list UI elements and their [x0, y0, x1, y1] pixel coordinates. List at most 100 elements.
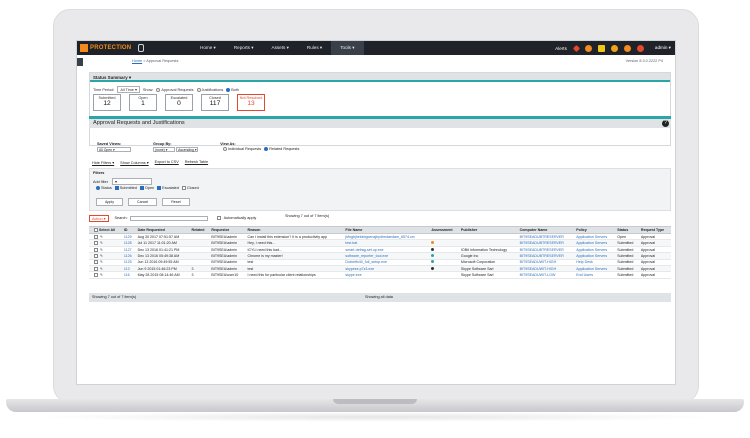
edit-icon[interactable]: ✎	[99, 241, 103, 245]
status-box-open[interactable]: Open 1	[129, 94, 157, 111]
show-columns-link[interactable]: Show Columns ▾	[120, 160, 149, 165]
edit-icon[interactable]: ✎	[99, 248, 103, 252]
cell-policy[interactable]: End Users	[574, 271, 616, 279]
assessment-teal-icon	[431, 253, 435, 257]
row-select-cell: ✎	[89, 271, 122, 279]
notice-alert-icon[interactable]	[597, 44, 605, 52]
critical-alert-icon[interactable]	[572, 44, 580, 52]
column-header-reason[interactable]: Reason	[245, 225, 344, 235]
gear-icon[interactable]	[623, 44, 631, 52]
group-order-select[interactable]: Ascending ▾	[176, 147, 199, 152]
row-checkbox[interactable]	[94, 266, 98, 271]
showing-count: Showing 7 out of 7 item(s)	[285, 214, 330, 218]
database-icon[interactable]	[138, 44, 144, 52]
search-label: Search:	[114, 216, 128, 220]
cell-computer-name[interactable]: BIT9SEADUWIT-LOW	[517, 271, 575, 279]
table-row[interactable]: ✎ 116 May 28 2015 08:14:46 AM 3 BIT9SEA\user…	[89, 271, 671, 279]
nav-item-home[interactable]: Home ▾	[191, 41, 225, 55]
column-header-requestor[interactable]: Requestor	[209, 225, 246, 235]
app-screen: PROTECTION Home ▾ Reports ▾ Assets ▾ Rules …	[76, 40, 676, 385]
status-box-submitted[interactable]: Submitted 12	[93, 94, 121, 111]
status-checkbox-escalated[interactable]	[157, 186, 162, 190]
assessment-dark-icon	[431, 266, 435, 270]
cell-id[interactable]: 116	[121, 271, 136, 279]
column-header-date-requested[interactable]: Date Requested	[135, 225, 190, 235]
nav-item-tools[interactable]: Tools ▾	[331, 41, 364, 55]
add-filter-select[interactable]: ▾	[112, 178, 153, 185]
show-radio-approval-requests[interactable]	[156, 87, 161, 92]
cell-request-type: Approval	[638, 271, 671, 279]
help-icon[interactable]: ?	[662, 120, 669, 127]
info-alert-icon[interactable]	[610, 44, 618, 52]
sidebar-toggle-button[interactable]	[77, 58, 83, 66]
scene: PROTECTION Home ▾ Reports ▾ Assets ▾ Rules …	[0, 0, 750, 438]
row-checkbox[interactable]	[94, 273, 98, 278]
user-menu[interactable]: admin ▾	[655, 45, 671, 51]
brand-logo[interactable]: PROTECTION	[80, 44, 131, 52]
cell-status: Submitted	[615, 271, 639, 279]
view-as-radio-individual-requests[interactable]	[223, 147, 228, 151]
edit-icon[interactable]: ✎	[99, 267, 103, 271]
action-dropdown-button[interactable]: Action ▾	[89, 214, 109, 222]
cancel-button[interactable]: Cancel	[128, 198, 158, 206]
status-filter-radio[interactable]	[96, 186, 100, 190]
refresh-table-link[interactable]: Refresh Table	[185, 160, 208, 165]
status-box-closed[interactable]: Closed 117	[201, 94, 229, 111]
show-radio-justifications[interactable]	[196, 87, 201, 92]
brand-name: PROTECTION	[90, 45, 132, 51]
filters-panel: Filters Add filter ▾ Status Submitted Open…	[89, 168, 671, 211]
column-header-policy[interactable]: Policy	[574, 225, 616, 235]
nav-item-reports[interactable]: Reports ▾	[225, 41, 263, 55]
edit-icon[interactable]: ✎	[99, 254, 103, 258]
laptop-shadow	[30, 412, 720, 422]
column-header-publisher[interactable]: Publisher	[458, 225, 518, 235]
nav-item-assets[interactable]: Assets ▾	[263, 41, 298, 55]
group-by-select[interactable]: (none) ▾	[153, 147, 175, 152]
row-checkbox[interactable]	[94, 241, 98, 246]
alerts-label[interactable]: Alerts	[555, 46, 567, 51]
column-header-computer-name[interactable]: Computer Name	[517, 225, 575, 235]
warning-alert-icon[interactable]	[584, 44, 592, 52]
view-as-radio-related-requests[interactable]	[264, 147, 269, 151]
saved-views-label: Saved Views:	[97, 142, 122, 146]
column-header-assessment[interactable]: Assessment	[429, 225, 459, 235]
edit-icon[interactable]: ✎	[99, 235, 103, 239]
status-box-not-resolved[interactable]: Not Resolved 13	[237, 94, 265, 111]
row-checkbox[interactable]	[94, 253, 98, 258]
row-checkbox[interactable]	[94, 247, 98, 252]
breadcrumb-current: Approval Requests	[146, 59, 179, 63]
power-icon[interactable]	[636, 44, 644, 52]
time-period-select[interactable]: All Time ▾	[117, 86, 140, 93]
status-checkbox-label: Closed	[186, 186, 199, 190]
select-all-checkbox[interactable]	[94, 228, 98, 233]
status-summary-header[interactable]: Status Summary ▾	[90, 73, 670, 82]
column-header-request-type[interactable]: Request Type	[638, 225, 671, 235]
hide-filters-link[interactable]: Hide Filters ▾	[92, 160, 114, 165]
status-boxes: Submitted 12 Open 1 Escalated 0 Closed 117 Not R…	[93, 94, 273, 111]
breadcrumb-home-link[interactable]: Home	[132, 59, 142, 63]
column-header-select-all[interactable]: Select All	[89, 225, 122, 235]
row-checkbox[interactable]	[94, 234, 98, 239]
nav-item-rules[interactable]: Rules ▾	[298, 41, 331, 55]
status-filter-label: Status	[101, 186, 112, 190]
saved-views-select[interactable]: All Open ▾	[97, 147, 131, 152]
row-checkbox[interactable]	[94, 260, 98, 265]
export-csv-link[interactable]: Export to CSV	[155, 160, 179, 165]
status-checkbox-submitted[interactable]	[114, 186, 119, 190]
auto-apply-checkbox[interactable]	[216, 216, 221, 220]
column-header-file-name[interactable]: File Name	[343, 225, 430, 235]
show-radio-both[interactable]	[226, 87, 231, 92]
reset-button[interactable]: Reset	[162, 198, 190, 206]
cell-assessment	[429, 271, 459, 279]
column-header-related[interactable]: Related	[189, 225, 210, 235]
status-box-escalated[interactable]: Escalated 0	[165, 94, 193, 111]
status-checkbox-open[interactable]	[139, 186, 144, 190]
column-header-id[interactable]: ID	[121, 225, 136, 235]
search-input[interactable]	[129, 215, 208, 221]
status-checkbox-closed[interactable]	[181, 186, 186, 190]
apply-button[interactable]: Apply	[96, 198, 123, 206]
cell-file-name[interactable]: skype.exe	[343, 271, 430, 279]
edit-icon[interactable]: ✎	[99, 260, 103, 264]
column-header-status[interactable]: Status	[615, 225, 639, 235]
edit-icon[interactable]: ✎	[99, 273, 103, 277]
